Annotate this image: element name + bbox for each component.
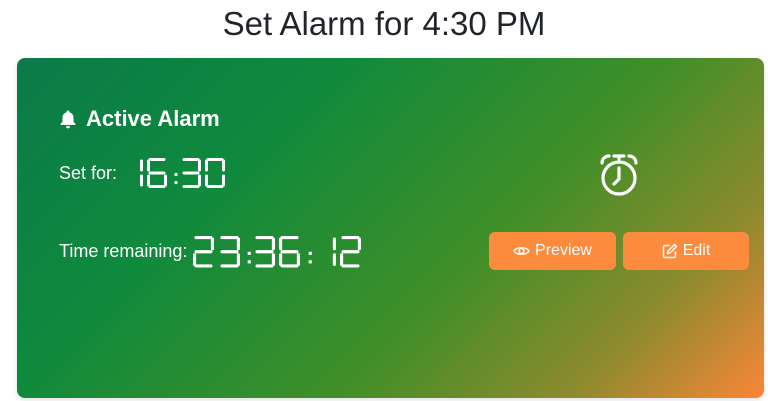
time-digit [182, 158, 202, 188]
time-digit [220, 236, 240, 268]
set-for-row: Set for: [59, 158, 229, 188]
preview-button-label: Preview [535, 242, 592, 259]
set-for-label: Set for: [59, 162, 118, 183]
time-digit [193, 236, 215, 268]
time-remaining-row: Time remaining: [59, 236, 366, 268]
edit-button[interactable]: Edit [623, 232, 749, 270]
bell-icon [60, 110, 76, 129]
time-digit [279, 236, 301, 268]
eye-icon [513, 245, 530, 257]
time-digit [332, 237, 337, 266]
time-colon [308, 251, 312, 264]
page-title: Set Alarm for 4:30 PM [222, 5, 546, 42]
edit-icon [662, 243, 678, 259]
time-digit [340, 236, 362, 268]
time-digit [255, 236, 276, 268]
alarm-clock-icon [600, 154, 638, 196]
time-colon [174, 173, 178, 185]
edit-button-label: Edit [682, 242, 711, 259]
active-alarm-card: Active Alarm Set for: Time remaining: Pr… [17, 58, 764, 398]
time-digit [147, 158, 168, 188]
preview-button[interactable]: Preview [489, 232, 616, 270]
card-header: Active Alarm [59, 106, 220, 132]
card-header-title: Active Alarm [86, 106, 220, 131]
time-digit [205, 158, 226, 188]
time-digit [140, 159, 144, 187]
time-remaining-label: Time remaining: [59, 241, 188, 262]
time-colon [247, 251, 251, 264]
set-for-time [123, 158, 229, 188]
time-remaining-value [193, 236, 365, 268]
page: Set Alarm for 4:30 PM Active Alarm Set f… [0, 0, 768, 401]
